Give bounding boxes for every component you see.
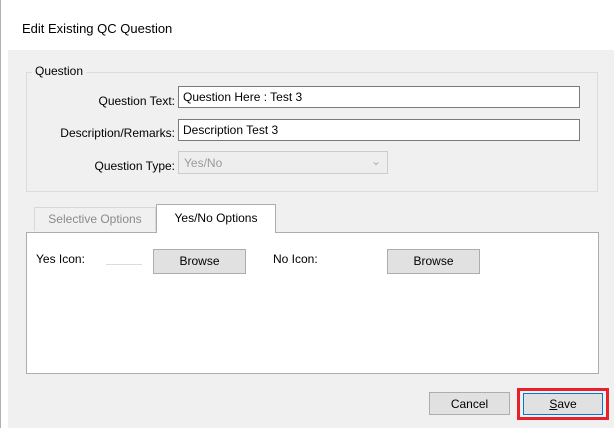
question-type-value: Yes/No [184,156,223,170]
tab-yes-no-options[interactable]: Yes/No Options [156,204,276,233]
description-input[interactable] [178,119,580,141]
window-title: Edit Existing QC Question [22,21,173,36]
browse-yes-icon-button[interactable]: Browse [153,249,246,274]
chevron-down-icon: ⌄ [370,154,381,168]
window-left-border [0,0,1,428]
description-label: Description/Remarks: [60,126,175,140]
yes-icon-label: Yes Icon: [36,252,85,266]
question-type-label: Question Type: [94,159,176,173]
question-text-input[interactable] [178,86,580,108]
yes-icon-preview [106,264,142,265]
question-text-label: Question Text: [98,94,176,108]
question-group-legend: Question [32,64,87,78]
save-button-highlight [517,388,609,420]
question-type-select: Yes/No ⌄ [178,151,388,174]
no-icon-label: No Icon: [273,252,318,266]
cancel-button[interactable]: Cancel [429,392,510,415]
browse-no-icon-button[interactable]: Browse [387,249,480,274]
tab-selective-options[interactable]: Selective Options [34,207,156,231]
